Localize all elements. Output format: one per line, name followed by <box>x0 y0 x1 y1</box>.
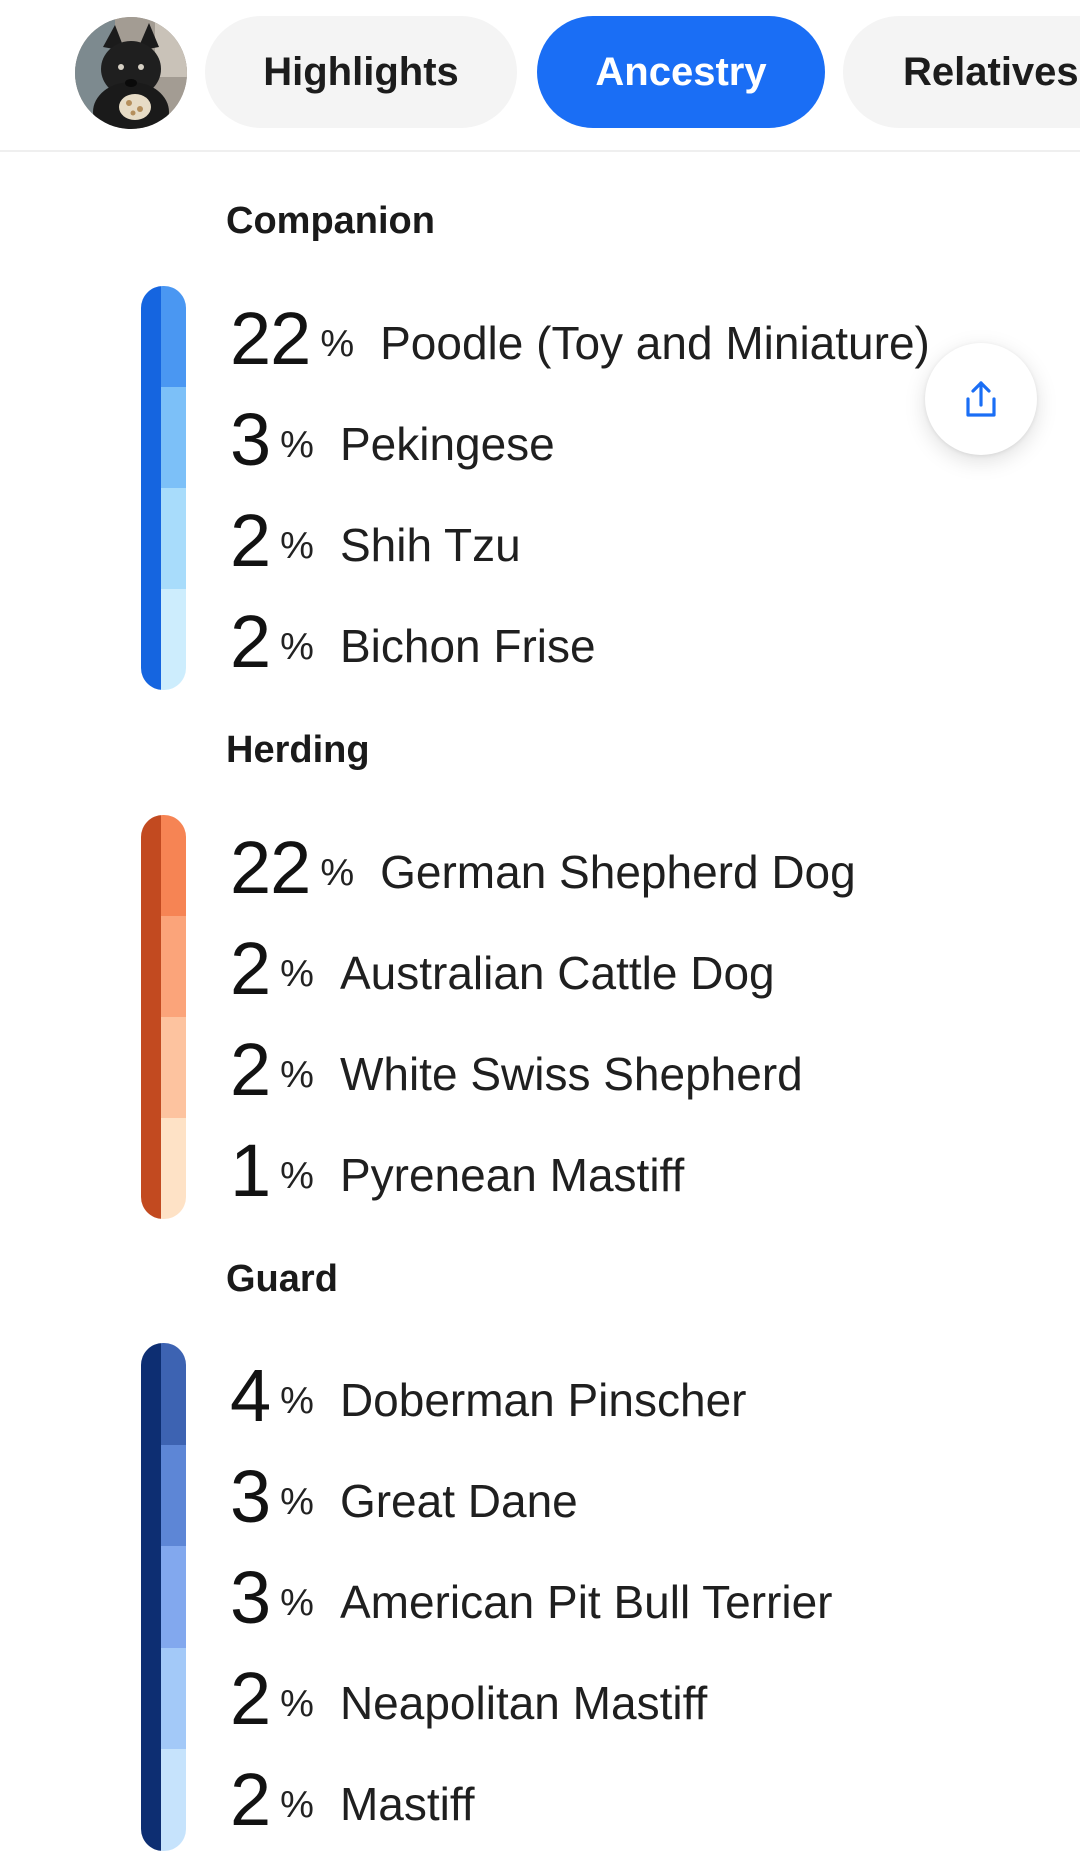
percent-sign: % <box>280 1155 314 1197</box>
breed-percentage: 2 <box>230 1028 271 1111</box>
percent-sign: % <box>280 1784 314 1826</box>
breed-row[interactable]: 22% Poodle (Toy and Miniature) <box>230 288 930 389</box>
breed-name: Doberman Pinscher <box>339 1373 747 1426</box>
bar-segment <box>161 1343 186 1445</box>
breed-name: Australian Cattle Dog <box>339 946 775 999</box>
breed-percentage: 22 <box>230 297 311 380</box>
percent-sign: % <box>280 1683 314 1725</box>
breed-percentage: 3 <box>230 1556 271 1639</box>
ancestry-screen: Highlights Ancestry Relatives Companion … <box>0 0 1080 1864</box>
breed-name: Pekingese <box>339 417 555 470</box>
breed-percentage: 2 <box>230 1758 271 1841</box>
bar-edge <box>141 815 161 1219</box>
percent-sign: % <box>280 1582 314 1624</box>
bar-segment <box>161 1546 186 1648</box>
breed-row[interactable]: 4% Doberman Pinscher <box>230 1345 746 1446</box>
breed-name: Pyrenean Mastiff <box>339 1148 685 1201</box>
herding-color-bar <box>141 815 186 1219</box>
bar-segment <box>161 815 186 916</box>
tab-highlights[interactable]: Highlights <box>205 16 517 128</box>
share-icon <box>966 381 996 417</box>
top-nav-bar: Highlights Ancestry Relatives <box>0 0 1080 152</box>
section-title-herding: Herding <box>226 729 370 771</box>
breed-row[interactable]: 2% Mastiff <box>230 1749 475 1850</box>
percent-sign: % <box>280 1481 314 1523</box>
breed-row[interactable]: 22% German Shepherd Dog <box>230 817 856 918</box>
breed-name: Poodle (Toy and Miniature) <box>380 316 930 369</box>
breed-percentage: 3 <box>230 1455 271 1538</box>
breed-name: Shih Tzu <box>339 518 521 571</box>
guard-color-bar <box>141 1343 186 1851</box>
breed-row[interactable]: 2% White Swiss Shepherd <box>230 1019 803 1120</box>
breed-name: Mastiff <box>339 1777 475 1830</box>
percent-sign: % <box>280 626 314 668</box>
breed-row[interactable]: 3% American Pit Bull Terrier <box>230 1547 832 1648</box>
breed-percentage: 22 <box>230 826 311 909</box>
percent-sign: % <box>280 1054 314 1096</box>
breed-row[interactable]: 2% Shih Tzu <box>230 490 521 591</box>
breed-row[interactable]: 3% Pekingese <box>230 389 555 490</box>
breed-name: Great Dane <box>339 1474 578 1527</box>
tab-relatives[interactable]: Relatives <box>843 16 1080 128</box>
breed-name: Neapolitan Mastiff <box>339 1676 708 1729</box>
bar-segment <box>161 387 186 488</box>
section-title-guard: Guard <box>226 1258 338 1300</box>
companion-color-bar <box>141 286 186 690</box>
percent-sign: % <box>280 1380 314 1422</box>
breed-name: American Pit Bull Terrier <box>339 1575 833 1628</box>
breed-name: Bichon Frise <box>339 619 596 672</box>
bar-edge <box>141 286 161 690</box>
breed-percentage: 2 <box>230 600 271 683</box>
breed-row[interactable]: 2% Bichon Frise <box>230 591 596 692</box>
bar-segment <box>161 589 186 690</box>
dog-photo-avatar-icon <box>75 17 187 129</box>
bar-segment <box>161 1017 186 1118</box>
bar-segment <box>161 1749 186 1851</box>
share-button[interactable] <box>925 343 1037 455</box>
bar-segment <box>161 488 186 589</box>
bar-segment <box>161 916 186 1017</box>
bar-edge <box>141 1343 161 1851</box>
breed-percentage: 2 <box>230 499 271 582</box>
percent-sign: % <box>320 852 355 894</box>
dog-avatar[interactable] <box>75 17 187 129</box>
breed-percentage: 4 <box>230 1354 271 1437</box>
breed-percentage: 2 <box>230 1657 271 1740</box>
section-title-companion: Companion <box>226 200 435 242</box>
breed-name: White Swiss Shepherd <box>339 1047 803 1100</box>
percent-sign: % <box>280 525 314 567</box>
breed-row[interactable]: 1% Pyrenean Mastiff <box>230 1120 684 1221</box>
breed-row[interactable]: 3% Great Dane <box>230 1446 578 1547</box>
bar-segment <box>161 1118 186 1219</box>
breed-percentage: 3 <box>230 398 271 481</box>
bar-segment <box>161 1444 186 1547</box>
breed-row[interactable]: 2% Neapolitan Mastiff <box>230 1648 707 1749</box>
breed-percentage: 1 <box>230 1129 271 1212</box>
tab-ancestry[interactable]: Ancestry <box>537 16 825 128</box>
percent-sign: % <box>280 424 314 466</box>
percent-sign: % <box>320 323 355 365</box>
bar-segment <box>161 286 186 387</box>
bar-segment <box>161 1647 186 1750</box>
breed-percentage: 2 <box>230 927 271 1010</box>
breed-row[interactable]: 2% Australian Cattle Dog <box>230 918 775 1019</box>
percent-sign: % <box>280 953 314 995</box>
breed-name: German Shepherd Dog <box>380 845 856 898</box>
